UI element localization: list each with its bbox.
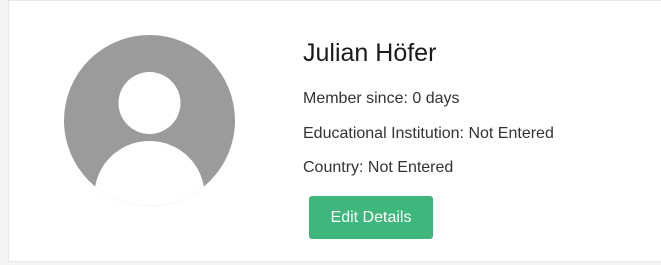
country-label: Country: bbox=[303, 159, 364, 176]
member-since-value: 0 days bbox=[412, 90, 460, 107]
profile-card: Julian Höfer Member since: 0 days Educat… bbox=[8, 0, 661, 262]
user-avatar-icon bbox=[64, 35, 235, 206]
profile-info: Julian Höfer Member since: 0 days Educat… bbox=[303, 35, 554, 239]
country-value: Not Entered bbox=[367, 159, 454, 176]
institution-label: Educational Institution: bbox=[303, 125, 464, 142]
country: Country: Not Entered bbox=[303, 158, 453, 178]
member-since: Member since: 0 days bbox=[303, 89, 460, 109]
profile-name: Julian Höfer bbox=[303, 39, 437, 67]
member-since-label: Member since: bbox=[303, 90, 408, 107]
institution-value: Not Entered bbox=[468, 125, 554, 142]
edit-details-button[interactable]: Edit Details bbox=[309, 196, 433, 239]
educational-institution: Educational Institution: Not Entered bbox=[303, 124, 554, 144]
